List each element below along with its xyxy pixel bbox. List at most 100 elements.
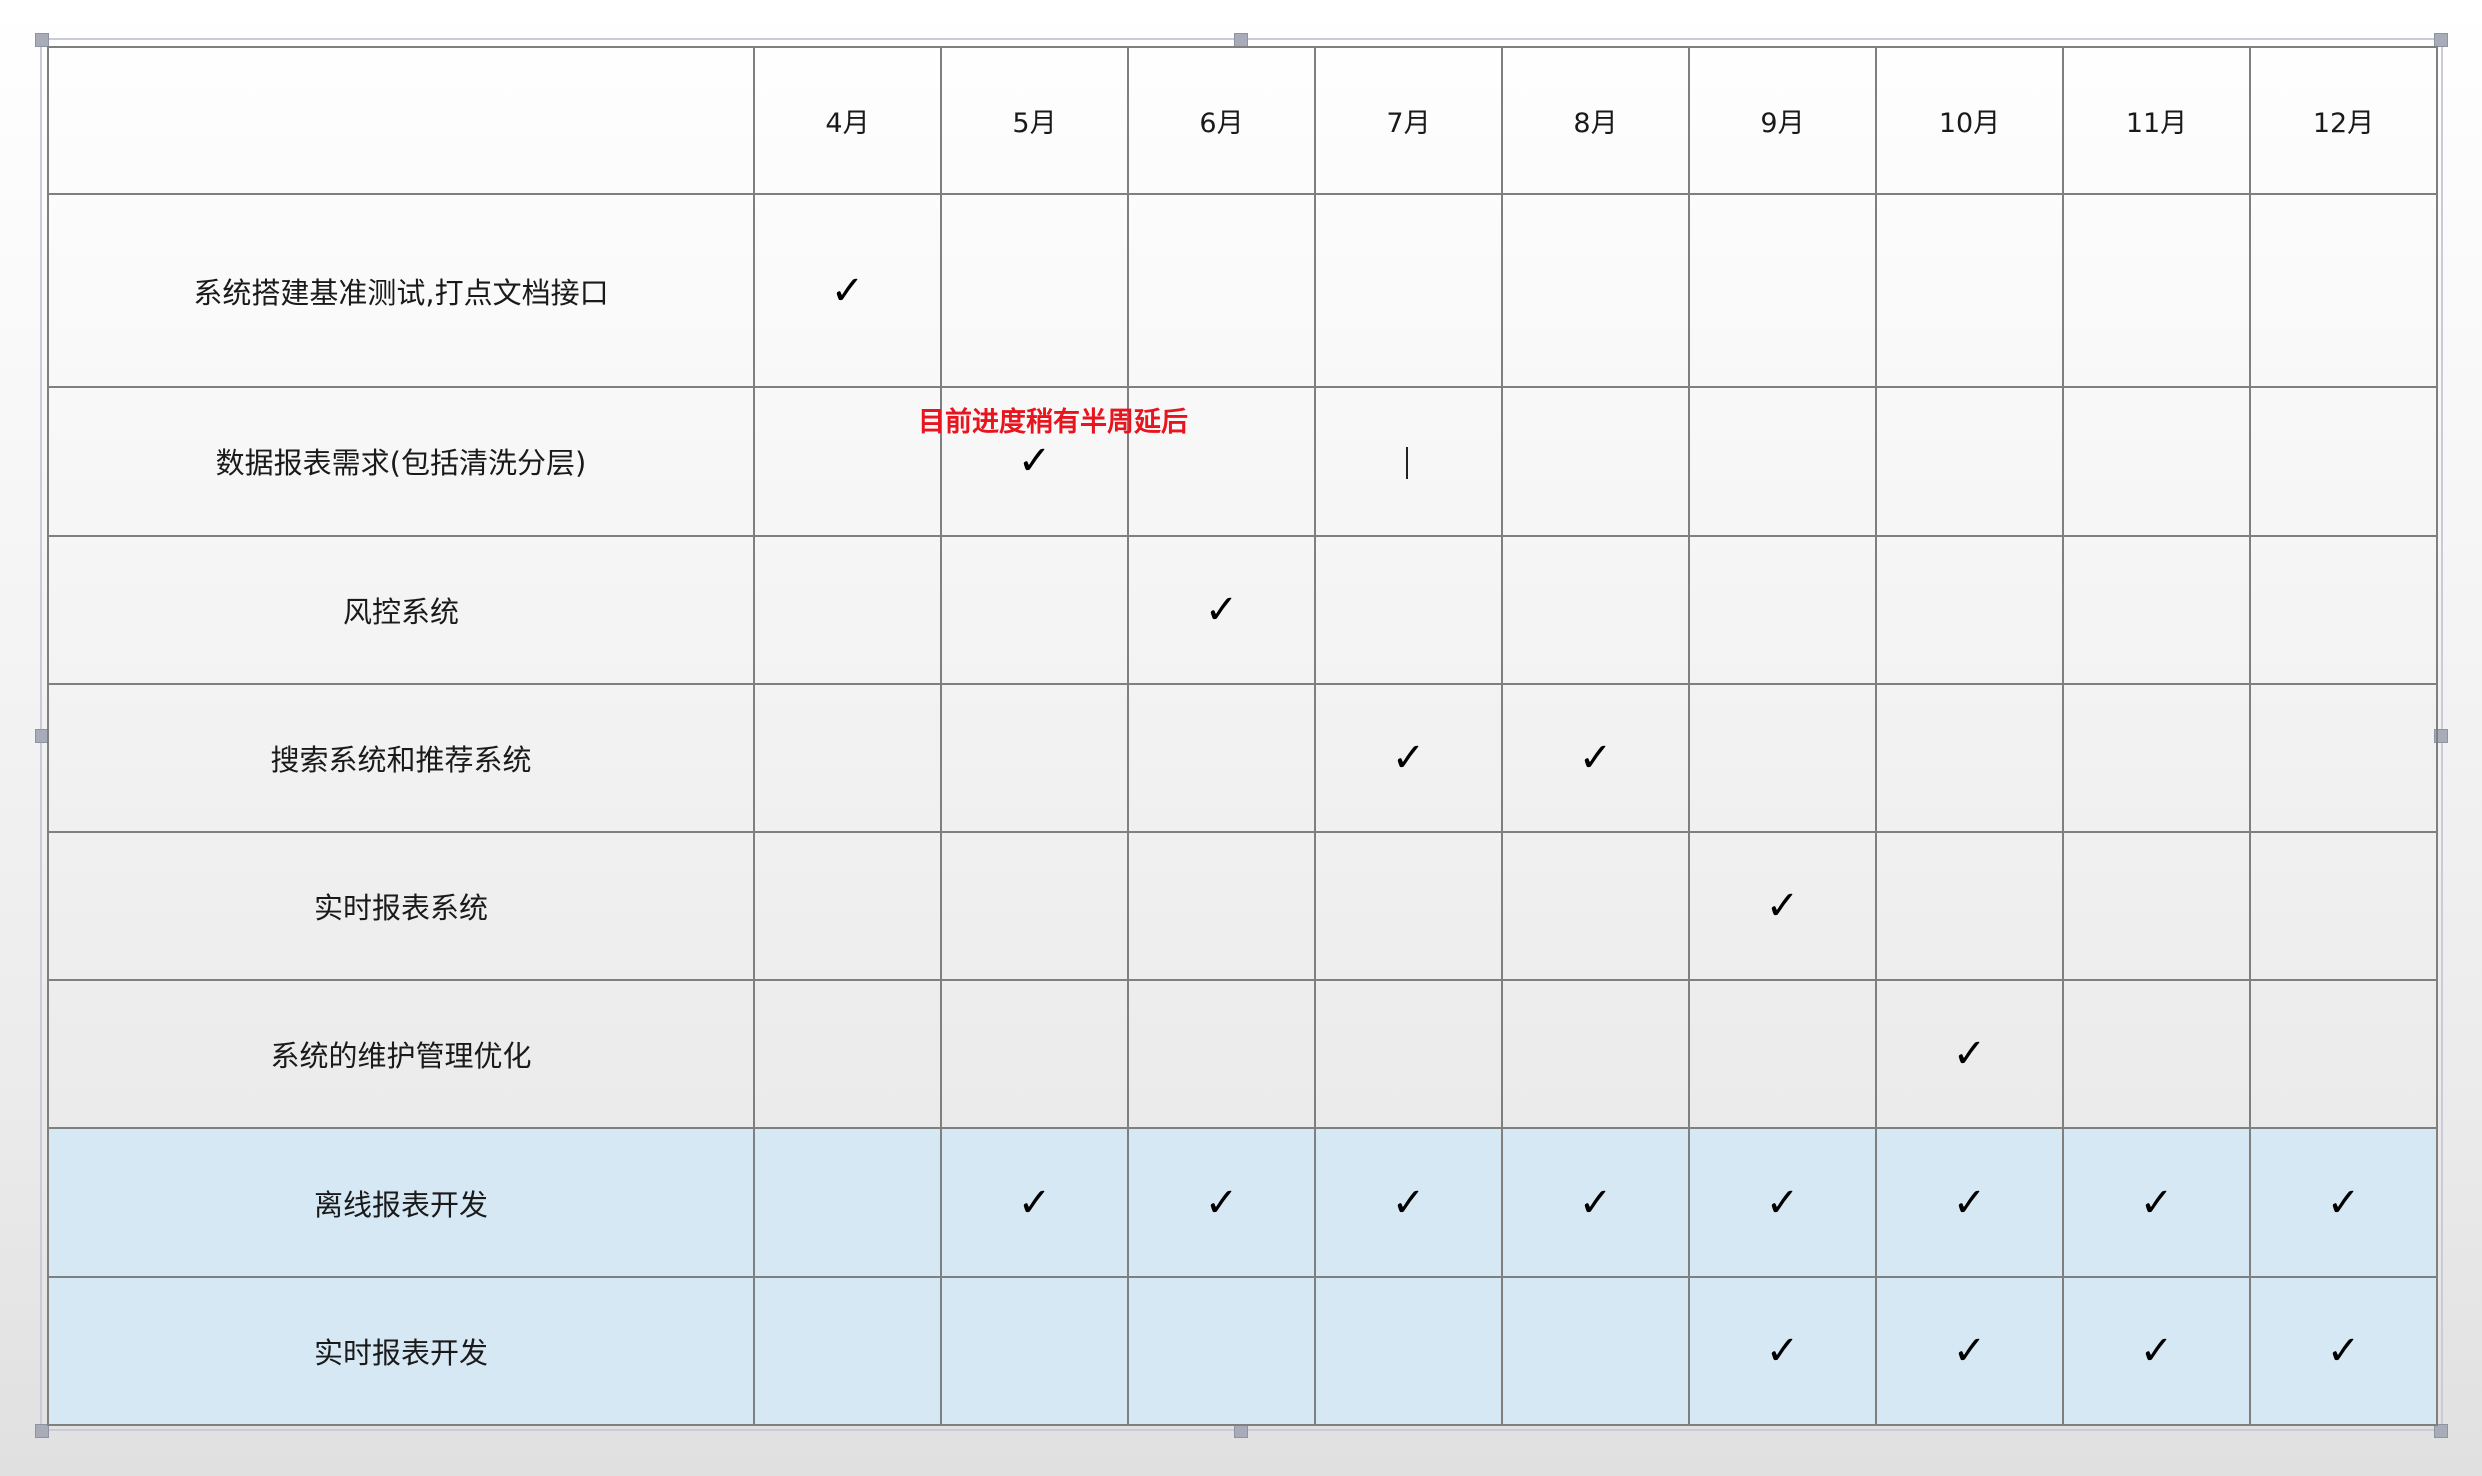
checkmark-icon: ✓ [1017,438,1052,485]
schedule-cell[interactable] [1127,979,1316,1130]
month-header[interactable]: 11月 [2062,46,2251,195]
checkmark-icon: ✓ [2139,1327,2174,1374]
schedule-cell[interactable] [2249,831,2438,982]
schedule-cell[interactable] [2062,979,2251,1130]
schedule-cell[interactable] [753,1275,942,1427]
schedule-cell[interactable] [753,1127,942,1278]
schedule-cell[interactable]: ✓ [2062,1127,2251,1278]
schedule-cell[interactable]: ✓ [2249,1127,2438,1278]
schedule-cell[interactable]: ✓ [1127,534,1316,685]
month-header[interactable]: 10月 [1875,46,2064,195]
month-header[interactable]: 5月 [940,46,1129,195]
schedule-cell[interactable] [1314,979,1503,1130]
schedule-cell[interactable] [940,1275,1129,1427]
task-label-cell[interactable]: 实时报表开发 [47,1275,755,1427]
resize-handle-top-right[interactable] [2434,33,2448,47]
schedule-cell[interactable] [753,386,942,537]
schedule-cell[interactable]: ✓ [1875,1127,2064,1278]
corner-cell[interactable] [47,46,755,195]
schedule-cell[interactable]: ✓ [1314,1127,1503,1278]
schedule-cell[interactable] [1875,192,2064,389]
schedule-cell[interactable] [1501,534,1690,685]
schedule-cell[interactable]: ✓ [1314,682,1503,834]
schedule-cell[interactable] [1875,386,2064,537]
schedule-cell[interactable] [940,192,1129,389]
task-label-cell[interactable]: 离线报表开发 [47,1127,755,1278]
schedule-cell[interactable] [1875,682,2064,834]
resize-handle-bottom-left[interactable] [35,1424,49,1438]
progress-delay-note: 目前进度稍有半周延后 [918,407,1188,438]
schedule-cell[interactable] [940,534,1129,685]
schedule-cell[interactable]: ✓ [1688,1127,1877,1278]
schedule-cell[interactable] [940,682,1129,834]
schedule-cell[interactable] [1314,192,1503,389]
schedule-cell[interactable] [2062,534,2251,685]
month-header[interactable]: 8月 [1501,46,1690,195]
schedule-cell[interactable] [2249,386,2438,537]
month-header[interactable]: 4月 [753,46,942,195]
schedule-cell[interactable]: ✓ [1875,1275,2064,1427]
schedule-cell[interactable]: ✓ [1501,682,1690,834]
schedule-cell[interactable] [1875,534,2064,685]
schedule-cell[interactable] [2249,192,2438,389]
task-label-cell[interactable]: 系统搭建基准测试,打点文档接口 [47,192,755,389]
schedule-cell[interactable] [1314,534,1503,685]
schedule-cell[interactable] [2249,534,2438,685]
schedule-cell[interactable] [753,979,942,1130]
schedule-cell[interactable] [2249,979,2438,1130]
schedule-cell[interactable] [940,831,1129,982]
schedule-cell[interactable] [753,831,942,982]
schedule-cell[interactable] [2249,682,2438,834]
schedule-cell[interactable] [2062,192,2251,389]
schedule-cell[interactable] [1127,831,1316,982]
schedule-cell[interactable]: ✓ [2249,1275,2438,1427]
schedule-cell[interactable]: ✓ [1501,1127,1690,1278]
schedule-cell[interactable] [1688,534,1877,685]
schedule-cell[interactable] [1127,1275,1316,1427]
schedule-cell[interactable] [940,979,1129,1130]
schedule-cell[interactable] [1314,1275,1503,1427]
schedule-cell[interactable] [1688,386,1877,537]
schedule-cell[interactable]: ✓ [1688,1275,1877,1427]
checkmark-icon: ✓ [1952,1179,1987,1226]
schedule-cell[interactable] [1501,831,1690,982]
schedule-cell[interactable] [1688,682,1877,834]
schedule-cell[interactable] [1314,386,1503,537]
resize-handle-top-center[interactable] [1234,33,1248,47]
schedule-cell[interactable]: ✓ [1875,979,2064,1130]
checkmark-icon: ✓ [1391,734,1426,781]
month-header[interactable]: 7月 [1314,46,1503,195]
checkmark-icon: ✓ [1765,1327,1800,1374]
month-header[interactable]: 9月 [1688,46,1877,195]
schedule-cell[interactable] [1501,1275,1690,1427]
schedule-cell[interactable]: ✓ [2062,1275,2251,1427]
resize-handle-bottom-center[interactable] [1234,1424,1248,1438]
schedule-cell[interactable] [2062,386,2251,537]
schedule-cell[interactable] [753,534,942,685]
schedule-cell[interactable] [1127,682,1316,834]
task-label-cell[interactable]: 数据报表需求(包括清洗分层) [47,386,755,537]
schedule-cell[interactable] [1501,192,1690,389]
schedule-cell[interactable] [1875,831,2064,982]
schedule-cell[interactable] [1688,192,1877,389]
schedule-cell[interactable]: ✓ [1688,831,1877,982]
schedule-cell[interactable] [1314,831,1503,982]
task-label-cell[interactable]: 搜索系统和推荐系统 [47,682,755,834]
schedule-cell[interactable] [1688,979,1877,1130]
resize-handle-bottom-right[interactable] [2434,1424,2448,1438]
task-label-cell[interactable]: 系统的维护管理优化 [47,979,755,1130]
task-label-cell[interactable]: 实时报表系统 [47,831,755,982]
schedule-cell[interactable] [2062,831,2251,982]
schedule-cell[interactable] [1501,386,1690,537]
month-header[interactable]: 6月 [1127,46,1316,195]
schedule-cell[interactable] [1127,192,1316,389]
resize-handle-top-left[interactable] [35,33,49,47]
schedule-cell[interactable] [753,682,942,834]
schedule-cell[interactable]: ✓ [753,192,942,389]
schedule-cell[interactable] [1501,979,1690,1130]
schedule-cell[interactable]: ✓ [1127,1127,1316,1278]
task-label-cell[interactable]: 风控系统 [47,534,755,685]
month-header[interactable]: 12月 [2249,46,2438,195]
schedule-cell[interactable] [2062,682,2251,834]
schedule-cell[interactable]: ✓ [940,1127,1129,1278]
